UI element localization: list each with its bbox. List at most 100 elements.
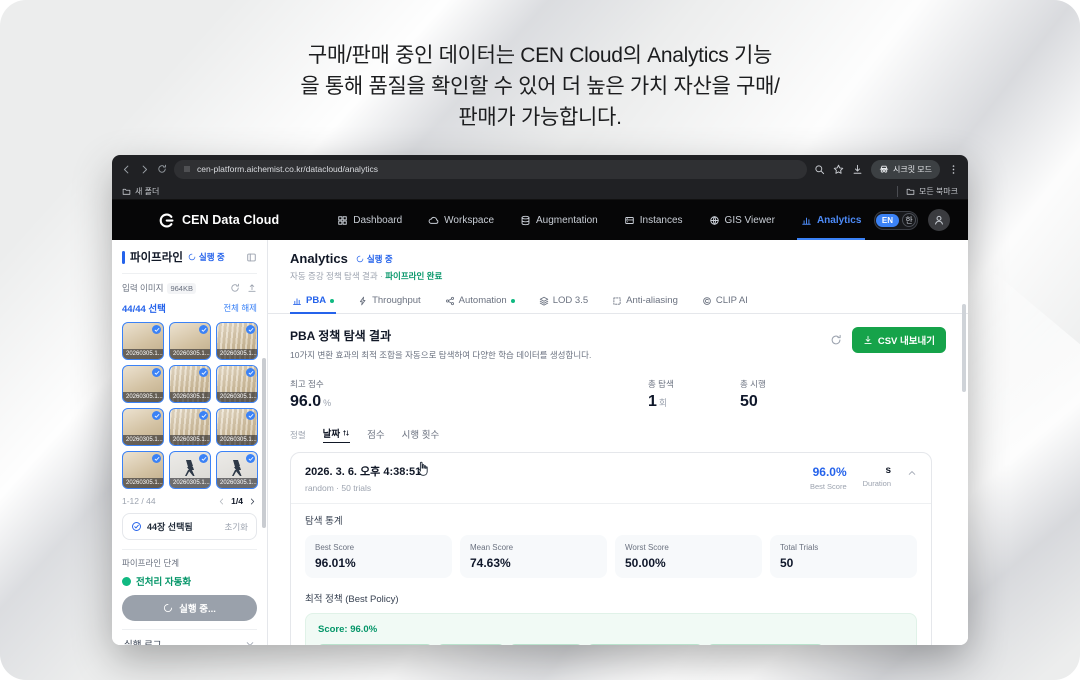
main-scrollbar[interactable] [962,304,966,392]
image-thumbnail[interactable]: 20260305.1... [122,322,164,360]
selected-check-icon [199,411,208,420]
prev-page-icon[interactable] [217,497,226,506]
tab-automation[interactable]: Automation [443,290,517,313]
app-nav: Dashboard Workspace Augmentation Instances G… [337,200,861,240]
selected-check-icon [199,368,208,377]
spinner-icon [163,603,173,613]
tab-anti-aliasing[interactable]: Anti-aliasing [610,290,680,313]
thumbnail-filename: 20260305.1... [217,349,257,359]
running-button[interactable]: 실행 중... [122,595,257,621]
sort-option[interactable]: 시행 횟수 [402,427,440,443]
image-thumbnail[interactable]: 20260305.1... [169,408,211,446]
pba-stat: 총 탐색1회 [648,378,740,411]
user-avatar[interactable] [928,209,950,231]
input-image-label: 입력 이미지 [122,282,163,294]
thumbnail-filename: 20260305.1... [217,392,257,402]
pipeline-stage-item[interactable]: 전처리 자동화 [122,574,257,588]
url-text: cen-platform.aichemist.co.kr/datacloud/a… [197,164,378,174]
reset-button[interactable]: 초기화 [225,521,248,533]
incognito-icon [879,164,889,174]
image-thumbnail[interactable]: 20260305.1... [169,451,211,489]
image-thumbnail[interactable]: 20260305.1... [122,451,164,489]
incognito-badge: 시크릿 모드 [871,160,940,179]
stat-box: Worst Score50.00% [615,535,762,578]
image-thumbnail[interactable]: 20260305.1... [216,451,258,489]
collapse-panel-icon[interactable] [246,252,257,263]
nav-item-dashboard[interactable]: Dashboard [337,200,402,240]
image-thumbnail[interactable]: 20260305.1... [216,365,258,403]
sort-option[interactable]: 점수 [367,427,384,443]
tab-lod-3-5[interactable]: LOD 3.5 [537,290,590,313]
best-score-label: Best Score [810,482,847,491]
image-thumbnail[interactable]: 20260305.1... [216,408,258,446]
reload-icon[interactable] [157,164,167,174]
tab-clip-ai[interactable]: CLIP AI [700,290,750,313]
image-thumbnail[interactable]: 20260305.1... [122,365,164,403]
chevron-down-icon [245,639,255,645]
bookmark-star-icon[interactable] [833,164,844,175]
brand[interactable]: CEN Data Cloud [158,212,279,229]
dashed-square-icon [612,296,622,306]
thumbnail-filename: 20260305.1... [123,478,163,488]
download-icon[interactable] [852,164,863,175]
run-log-row[interactable]: 실행 로그 [122,629,257,645]
site-settings-icon[interactable] [183,165,191,173]
navbar-right: EN 한 [874,209,950,231]
spinner-icon [356,255,364,263]
brand-name: CEN Data Cloud [182,213,279,227]
image-thumbnail[interactable]: 20260305.1... [122,408,164,446]
tab-throughput[interactable]: Throughput [356,290,423,313]
page-subtitle: 자동 증강 정책 탐색 결과 · 파이프라인 완료 [290,270,946,282]
sort-option[interactable]: 날짜 [323,426,350,443]
all-bookmarks[interactable]: 모든 북마크 [897,186,958,197]
language-toggle[interactable]: EN 한 [874,211,918,230]
refresh-icon[interactable] [230,283,240,293]
selected-check-icon [152,325,161,334]
nav-item-instances[interactable]: Instances [624,200,683,240]
zoom-icon[interactable] [814,164,825,175]
analytics-tabbar: PBA Throughput Automation LOD 3.5 Anti-alias… [268,290,968,314]
forward-icon[interactable] [139,164,150,175]
lang-en[interactable]: EN [876,214,899,227]
nav-item-analytics[interactable]: Analytics [801,200,861,240]
sidebar-scrollbar[interactable] [262,358,266,528]
pba-stat: 총 시행50 [740,378,766,411]
address-bar[interactable]: cen-platform.aichemist.co.kr/datacloud/a… [174,160,807,179]
deselect-all-button[interactable]: 전체 해제 [223,302,257,314]
tab-pba[interactable]: PBA [290,290,336,313]
result-meta: random · 50 trials [305,483,421,493]
browser-toolbar: cen-platform.aichemist.co.kr/datacloud/a… [112,155,968,183]
download-icon [863,335,873,345]
bookmark-item[interactable]: 새 폴더 [135,186,159,197]
refresh-icon[interactable] [830,334,842,346]
duration-label: Duration [863,479,891,488]
nav-item-gis-viewer[interactable]: GIS Viewer [709,200,775,240]
nodes-icon [445,296,455,306]
globe-icon [709,215,720,226]
result-card-header[interactable]: 2026. 3. 6. 오후 4:38:51 random · 50 trial… [291,453,931,503]
search-stats-header: 탐색 통계 [305,513,917,527]
nav-item-augmentation[interactable]: Augmentation [520,200,598,240]
thumbnail-filename: 20260305.1... [170,349,210,359]
nav-item-workspace[interactable]: Workspace [428,200,494,240]
selection-summary: 44장 선택됨 [147,520,193,533]
upload-icon[interactable] [247,283,257,293]
folder-icon [906,187,915,196]
image-thumbnail[interactable]: 20260305.1... [169,365,211,403]
lang-ko[interactable]: 한 [902,213,916,227]
caption: 구매/판매 중인 데이터는 CEN Cloud의 Analytics 기능 을 … [210,40,870,133]
next-page-icon[interactable] [248,497,257,506]
chevron-up-icon[interactable] [907,468,917,478]
status-dot [330,299,334,303]
accent-bar [122,251,125,264]
back-icon[interactable] [121,164,132,175]
image-thumbnail[interactable]: 20260305.1... [169,322,211,360]
pagination-row: 1-12 / 44 1/4 [122,496,257,506]
divider [122,549,257,550]
pba-section: PBA 정책 탐색 결과 10가지 변환 효과의 최적 조합을 자동으로 탐색하… [268,314,968,645]
csv-export-button[interactable]: CSV 내보내기 [852,327,946,353]
chair-image [229,459,245,477]
menu-kebab-icon[interactable] [948,164,959,175]
chart-icon [801,215,812,226]
image-thumbnail[interactable]: 20260305.1... [216,322,258,360]
